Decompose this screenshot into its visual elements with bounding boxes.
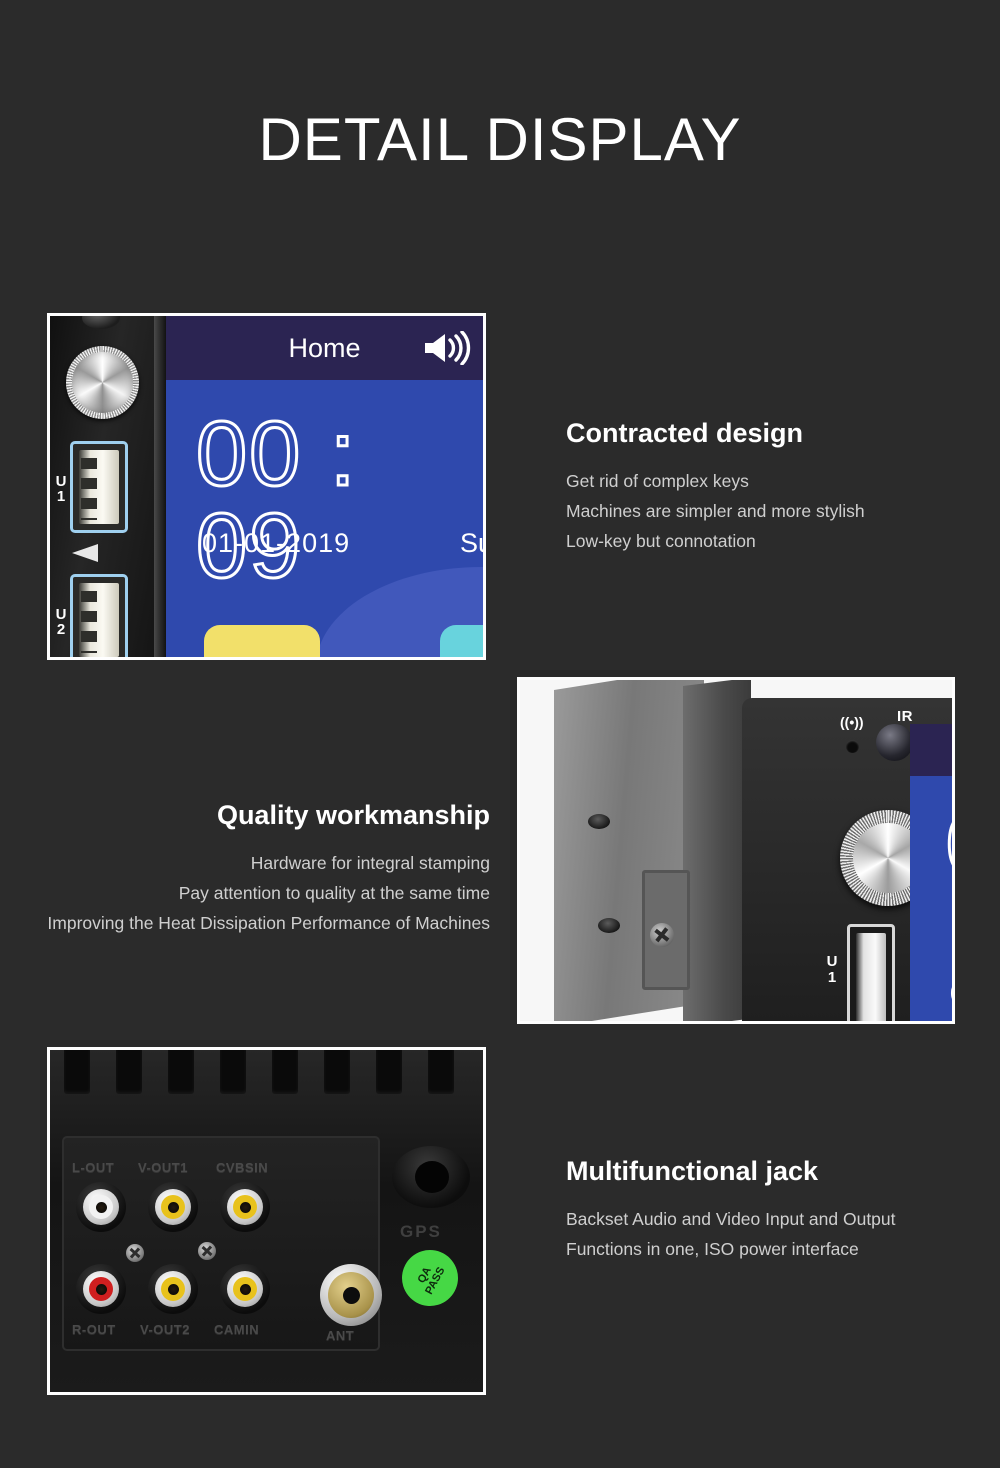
- screen-date: 01-: [950, 980, 952, 1009]
- jack-label-ant: ANT: [326, 1328, 355, 1343]
- signal-mic-icon: ((•)): [840, 714, 864, 730]
- speaker-icon[interactable]: [421, 331, 473, 365]
- antenna-jack: [320, 1264, 382, 1326]
- feature-block-quality-workmanship: Quality workmanship Hardware for integra…: [10, 798, 490, 938]
- usb-port-1-contacts: [856, 933, 886, 1021]
- feature-line: Functions in one, ISO power interface: [566, 1239, 859, 1259]
- front-bezel-strip: U 1 U 2: [50, 316, 154, 657]
- feature-heading: Multifunctional jack: [566, 1156, 819, 1186]
- head-unit-screen[interactable]: Home 00 : 09 01-01-2019 Sund: [166, 316, 483, 657]
- feature-line: Pay attention to quality at the same tim…: [178, 883, 490, 903]
- bezel-top-dot: [82, 316, 120, 329]
- feature-block-multifunctional-jack: Multifunctional jack Backset Audio and V…: [566, 1154, 966, 1264]
- front-panel-body: U 1 U 2 Home 00: 09 01-01-2019 S: [50, 316, 483, 657]
- ir-receiver-lens: [876, 724, 913, 761]
- av-jack-panel: L-OUT V-OUT1 CVBSIN R-OUT V-OUT2 CAMIN A…: [62, 1136, 382, 1351]
- feature-heading: Quality workmanship: [216, 800, 490, 830]
- jack-label-l-out: L-OUT: [72, 1160, 115, 1175]
- jack-label-camin: CAMIN: [214, 1322, 260, 1337]
- screen-clock: 00 : 09: [195, 403, 358, 597]
- product-photo-rear-jacks: L-OUT V-OUT1 CVBSIN R-OUT V-OUT2 CAMIN A…: [47, 1047, 486, 1395]
- screen-header-title: Home: [288, 332, 361, 363]
- jack-label-r-out: R-OUT: [72, 1322, 116, 1337]
- screen-clock-digit: 0: [945, 801, 952, 888]
- gps-label: GPS: [400, 1222, 442, 1241]
- head-unit-screen[interactable]: 0 01-: [910, 724, 952, 1021]
- product-photo-chassis-side: ((•)) IR U 1 0 01-: [517, 677, 955, 1024]
- feature-line: Hardware for integral stamping: [250, 853, 490, 873]
- usb-direction-arrow-icon: [72, 544, 98, 562]
- screen-header-bar: Home: [166, 316, 483, 380]
- jack-label-cvbsin: CVBSIN: [216, 1160, 269, 1175]
- panel-screw-1: [126, 1244, 144, 1262]
- panel-screw-2: [198, 1242, 216, 1260]
- heat-vents: [50, 1050, 483, 1102]
- rca-jack-l-out: [76, 1182, 126, 1232]
- feature-line: Backset Audio and Video Input and Output: [566, 1209, 896, 1229]
- usb-port-2: [70, 574, 128, 657]
- rca-jack-camin: [220, 1264, 270, 1314]
- feature-line: Machines are simpler and more stylish: [566, 501, 865, 521]
- screen-app-tile-yellow[interactable]: [204, 625, 320, 657]
- rca-jack-r-out: [76, 1264, 126, 1314]
- rca-jack-cvbsin: [220, 1182, 270, 1232]
- jack-label-v-out2: V-OUT2: [140, 1322, 190, 1337]
- feature-heading: Contracted design: [566, 418, 804, 448]
- rca-jack-v-out1: [148, 1182, 198, 1232]
- reset-pinhole-icon: [846, 740, 859, 753]
- usb-port-1: [847, 924, 895, 1021]
- volume-knob: [66, 346, 139, 419]
- feature-block-contracted-design: Contracted design Get rid of complex key…: [566, 416, 966, 556]
- rca-jack-v-out2: [148, 1264, 198, 1314]
- screen-header-bar: [910, 724, 952, 776]
- product-photo-front-panel: U 1 U 2 Home 00: 09 01-01-2019 S: [47, 313, 486, 660]
- rear-panel-body: L-OUT V-OUT1 CVBSIN R-OUT V-OUT2 CAMIN A…: [50, 1050, 483, 1392]
- jack-label-v-out1: V-OUT1: [138, 1160, 188, 1175]
- bezel-edge: [154, 316, 166, 657]
- chassis-side-wall: [683, 680, 751, 1021]
- phillips-screw-icon: [650, 923, 674, 947]
- head-unit-front-face: ((•)) IR U 1 0 01-: [742, 698, 952, 1021]
- usb-port-2-contacts: [79, 583, 119, 657]
- usb-port-2-label: U 2: [55, 606, 67, 638]
- gps-antenna-port: [392, 1146, 470, 1208]
- screen-app-tile-cyan[interactable]: [440, 625, 483, 657]
- screen-date: 01-01-2019: [202, 528, 351, 558]
- qa-pass-sticker: QA PASS: [392, 1240, 468, 1316]
- usb-port-1-label: U 1: [55, 473, 67, 505]
- page-title: DETAIL DISPLAY: [258, 106, 742, 173]
- chassis-screw-hole-1: [588, 814, 610, 829]
- feature-line: Get rid of complex keys: [566, 471, 749, 491]
- chassis-screw-hole-2: [598, 918, 620, 933]
- screen-weekday: Sund: [460, 528, 483, 558]
- ir-label: IR: [897, 708, 913, 725]
- feature-line: Improving the Heat Dissipation Performan…: [47, 913, 490, 933]
- feature-line: Low-key but connotation: [566, 531, 756, 551]
- usb-port-1-contacts: [79, 450, 119, 524]
- usb-port-1: [70, 441, 128, 533]
- usb-port-1-label: U 1: [826, 953, 838, 986]
- detail-display-page: DETAIL DISPLAY U 1 U 2 Home 00: 09 01-0…: [0, 0, 1000, 1468]
